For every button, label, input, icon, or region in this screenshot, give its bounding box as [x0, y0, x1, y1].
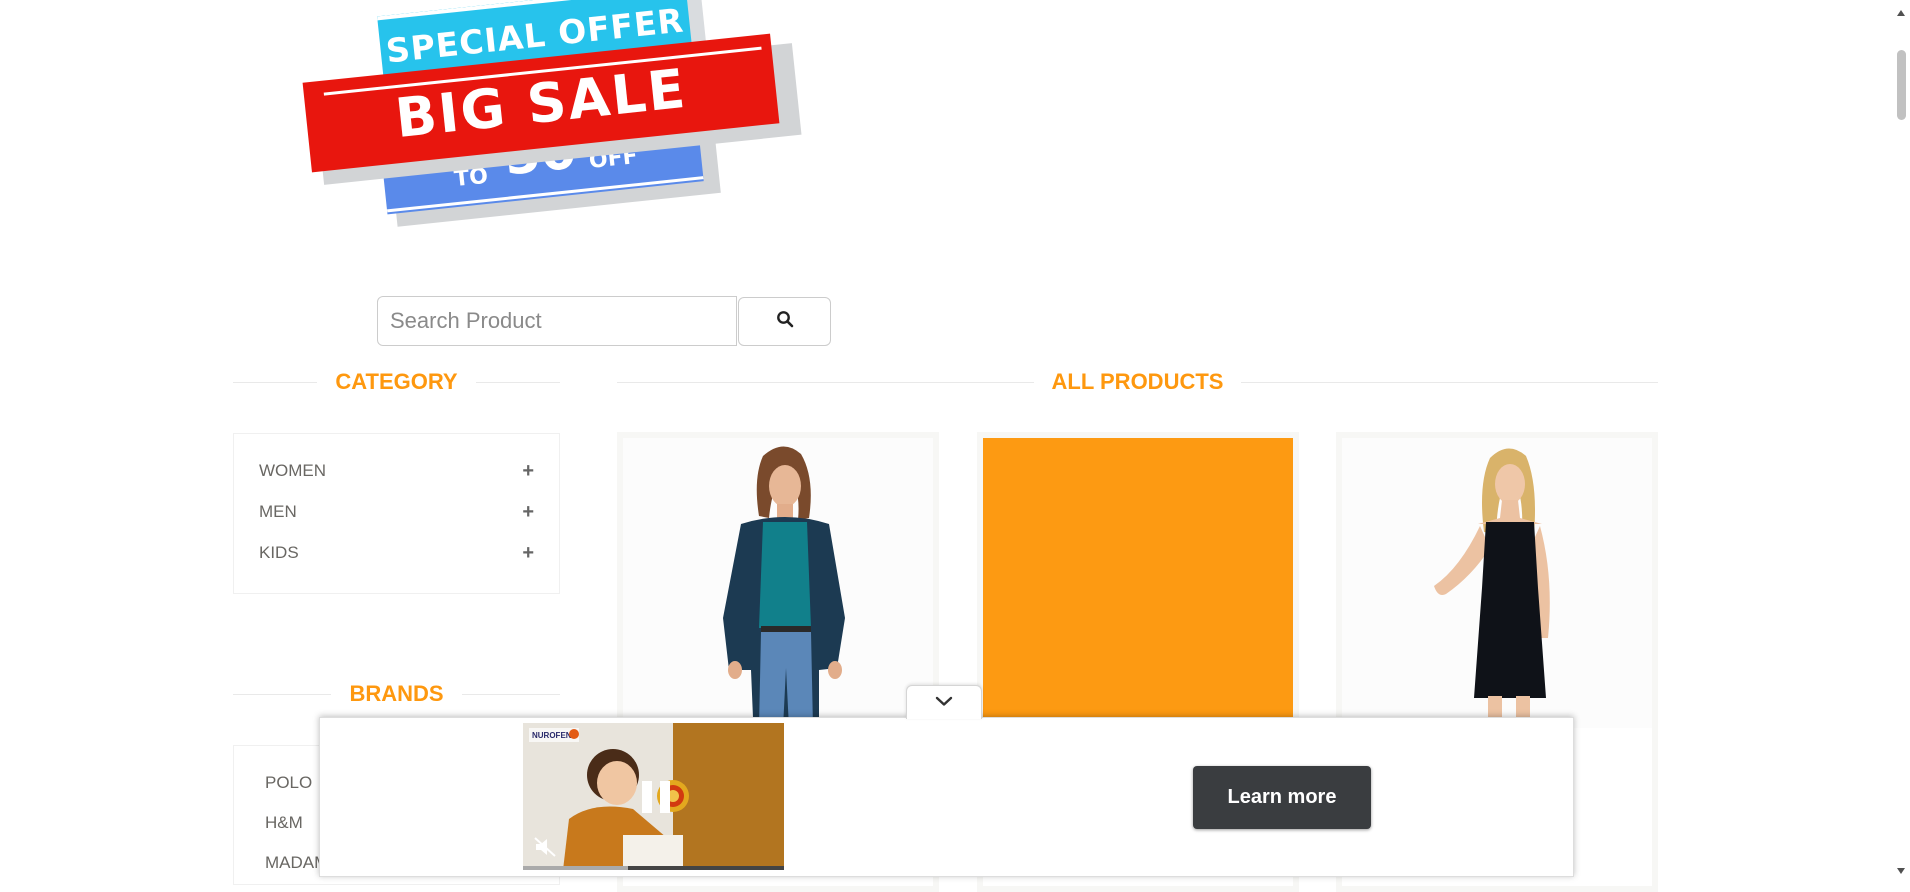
ad-collapse-button[interactable]: [906, 685, 982, 719]
scroll-down-arrow-icon[interactable]: [1896, 862, 1906, 880]
search-button[interactable]: [738, 297, 831, 346]
learn-more-button[interactable]: Learn more: [1193, 766, 1371, 829]
category-item-label: MEN: [259, 502, 297, 521]
brand-item-hm[interactable]: H&M: [265, 808, 303, 838]
woman-in-black-dress-photo[interactable]: [1342, 438, 1652, 728]
ad-banner: NUROFEN Learn more: [319, 717, 1574, 877]
category-item-label: WOMEN: [259, 461, 327, 480]
muted-speaker-icon[interactable]: [533, 836, 557, 858]
category-heading-text: CATEGORY: [317, 369, 476, 394]
plus-icon[interactable]: +: [522, 538, 534, 568]
brands-heading: BRANDS: [233, 676, 560, 712]
scroll-up-arrow-icon[interactable]: [1896, 4, 1906, 22]
orange-placeholder[interactable]: [983, 438, 1293, 728]
all-products-heading-text: ALL PRODUCTS: [1033, 369, 1242, 394]
category-item-kids[interactable]: KIDS +: [259, 538, 534, 568]
search-icon: [776, 310, 794, 333]
category-heading: CATEGORY: [233, 364, 560, 400]
ad-video[interactable]: NUROFEN: [523, 723, 784, 870]
woman-in-teal-top-photo[interactable]: [623, 438, 933, 728]
page-scrollbar[interactable]: [1892, 0, 1910, 877]
brand-item-polo[interactable]: POLO: [265, 768, 312, 798]
scrollbar-thumb[interactable]: [1897, 50, 1906, 120]
category-panel: WOMEN + MEN + KIDS +: [233, 433, 560, 594]
category-item-women[interactable]: WOMEN +: [259, 456, 534, 486]
chevron-down-icon: [935, 694, 953, 712]
pause-icon[interactable]: [639, 779, 673, 815]
search-input[interactable]: [377, 296, 737, 346]
sale-banner: SPECIAL OFFER UP TO 50 % OFF BIG SALE: [300, 0, 802, 227]
all-products-heading: ALL PRODUCTS: [617, 364, 1658, 400]
plus-icon[interactable]: +: [522, 456, 534, 486]
ad-brand-label: NUROFEN: [532, 731, 572, 740]
category-item-label: KIDS: [259, 543, 299, 562]
category-item-men[interactable]: MEN +: [259, 497, 534, 527]
brands-heading-text: BRANDS: [331, 681, 462, 706]
plus-icon[interactable]: +: [522, 497, 534, 527]
